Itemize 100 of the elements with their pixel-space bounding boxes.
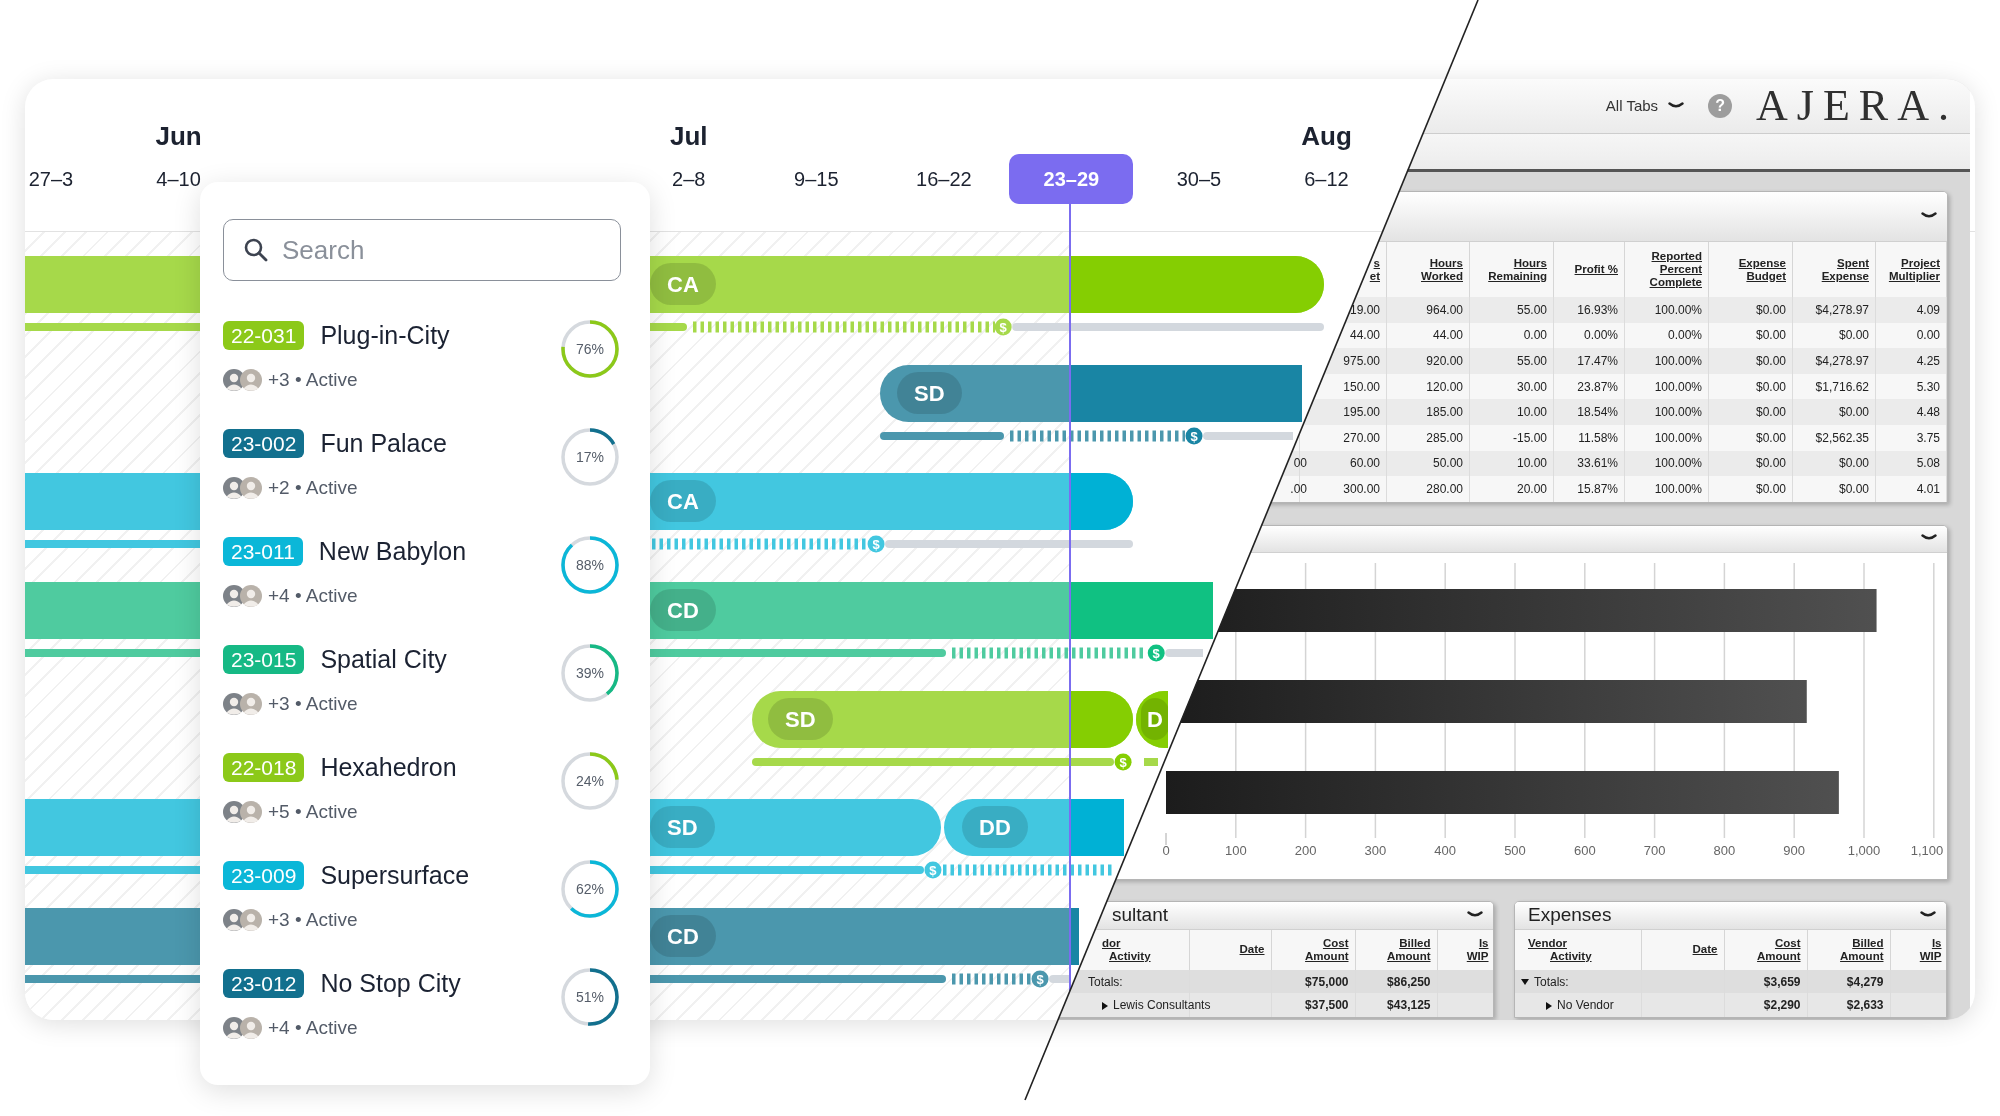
column-header[interactable]: Cost Amount	[1305, 936, 1349, 963]
column-header[interactable]: Reported Percent Complete	[1649, 250, 1702, 289]
phase-bar[interactable]: CD	[650, 907, 1079, 965]
table-cell: 18.54%	[1553, 399, 1625, 425]
column-header[interactable]: Billed Amount	[1840, 936, 1884, 963]
table-cell: $0.00	[1708, 348, 1793, 374]
tabs-menu[interactable]: All Tabs	[1605, 94, 1685, 118]
table-cell: 55.00	[1469, 348, 1554, 374]
row-label: Totals:	[1088, 974, 1123, 989]
dollar-marker: $	[1114, 753, 1132, 771]
avatar	[240, 477, 262, 499]
bar-segment	[1070, 472, 1133, 530]
column-header[interactable]: Spent Expense	[1821, 256, 1869, 283]
table-cell: 20.00	[1469, 476, 1554, 502]
phase-label: CD	[650, 915, 716, 957]
expand-toggle[interactable]	[1102, 1001, 1108, 1010]
axis-label: 600	[1573, 842, 1596, 858]
avatar	[240, 1017, 262, 1039]
table-cell: .00	[1290, 481, 1307, 496]
month-label: Jul	[668, 123, 709, 149]
table-cell: 00	[1293, 456, 1307, 471]
progress-ring	[559, 318, 621, 380]
column-header[interactable]: Billed Amount	[1387, 936, 1431, 963]
table-cell: 964.00	[1386, 297, 1470, 323]
column-header[interactable]: Is WIP	[1466, 936, 1489, 963]
column-header[interactable]: Expense Budget	[1738, 256, 1786, 283]
search-field[interactable]: Search	[223, 219, 621, 281]
column-header[interactable]: Project Multiplier	[1888, 256, 1940, 283]
project-code: 23-012	[223, 969, 305, 998]
week-label[interactable]: 4–10	[116, 154, 241, 204]
table-cell: 920.00	[1386, 348, 1470, 374]
column-header[interactable]: Date	[1692, 943, 1718, 957]
table-cell: 16.93%	[1553, 297, 1625, 323]
table-cell: $0.00	[1708, 399, 1793, 425]
column-header[interactable]: Hours Worked	[1421, 256, 1463, 283]
table-cell: 100.00%	[1624, 297, 1709, 323]
phase-label: D	[1141, 698, 1168, 740]
week-label[interactable]: 2–8	[626, 154, 751, 204]
column-header[interactable]: dor Activity	[1102, 936, 1151, 963]
table-cell: 280.00	[1386, 476, 1470, 502]
project-item[interactable]: 23-012 No Stop City +4 • Active 51%	[223, 969, 621, 1077]
table-cell: 55.00	[1469, 297, 1554, 323]
column-header[interactable]: Date	[1239, 943, 1265, 957]
week-label[interactable]: 30–5	[1136, 154, 1261, 204]
project-code: 23-015	[223, 645, 305, 674]
project-item[interactable]: 22-031 Plug-in-City +3 • Active 76%	[223, 321, 621, 429]
table-cell: $2,290	[1724, 993, 1807, 1017]
project-code: 23-002	[223, 429, 305, 458]
week-label[interactable]: 27–3	[25, 154, 113, 204]
avatar	[240, 693, 262, 715]
logo: AJERA.	[1756, 84, 1958, 128]
project-item[interactable]: 23-015 Spatial City +3 • Active 39%	[223, 645, 621, 753]
axis-label: 1,000	[1847, 842, 1881, 858]
table-cell: 17.47%	[1553, 348, 1625, 374]
bar-segment	[1070, 798, 1124, 856]
table-cell: $0.00	[1708, 476, 1793, 502]
table-cell: $0.00	[1792, 476, 1876, 502]
team-status: +2 • Active	[268, 475, 358, 500]
week-label[interactable]: 23–29	[1009, 154, 1134, 204]
week-label[interactable]: 9–15	[754, 154, 879, 204]
column-header[interactable]: Is WIP	[1919, 936, 1942, 963]
dollar-marker: $	[867, 535, 885, 553]
expand-toggle[interactable]	[1521, 979, 1529, 986]
column-header[interactable]: Cost Amount	[1757, 936, 1801, 963]
week-label[interactable]: 6–12	[1264, 154, 1389, 204]
bar-segment	[1070, 907, 1079, 965]
axis-label: 100	[1224, 842, 1247, 858]
table-cell: 185.00	[1386, 399, 1470, 425]
project-item[interactable]: 23-002 Fun Palace +2 • Active 17%	[223, 429, 621, 537]
progress-ring	[559, 750, 621, 812]
column-header[interactable]: Profit %	[1574, 263, 1618, 276]
table-cell: $37,500	[1271, 993, 1355, 1017]
percent-label: 17%	[576, 450, 604, 464]
table-cell: $2,562.35	[1792, 424, 1876, 451]
column-header[interactable]: s et	[1369, 256, 1380, 283]
progress-ring	[559, 858, 621, 920]
phase-label: CA	[650, 263, 716, 305]
expand-toggle[interactable]	[1546, 1001, 1552, 1010]
avatar	[240, 909, 262, 931]
project-name: Spatial City	[320, 645, 447, 674]
table-cell: 100.00%	[1624, 399, 1709, 425]
table-cell: 100.00%	[1624, 424, 1709, 451]
percent-label: 62%	[576, 882, 604, 896]
project-item[interactable]: 22-018 Hexahedron +5 • Active 24%	[223, 753, 621, 861]
team-status: +4 • Active	[268, 583, 358, 608]
column-header[interactable]: Hours Remaining	[1488, 256, 1547, 283]
phase-label: SD	[768, 698, 833, 740]
column-header[interactable]: Vendor Activity	[1528, 936, 1592, 963]
month-label: Jun	[154, 123, 203, 149]
project-item[interactable]: 23-011 New Babylon +4 • Active 88%	[223, 537, 621, 645]
project-item[interactable]: 23-009 Supersurface +3 • Active 62%	[223, 861, 621, 969]
phase-bar[interactable]: SD	[880, 364, 1303, 422]
axis-label: 1,100	[1910, 842, 1944, 858]
axis-label: 900	[1783, 842, 1806, 858]
panel-title: Expenses	[1527, 903, 1612, 927]
week-label[interactable]: 16–22	[881, 154, 1006, 204]
table-cell: $4,278.97	[1792, 348, 1876, 374]
table-cell: $0.00	[1792, 399, 1876, 425]
avatar	[240, 369, 262, 391]
percent-label: 76%	[576, 342, 604, 356]
